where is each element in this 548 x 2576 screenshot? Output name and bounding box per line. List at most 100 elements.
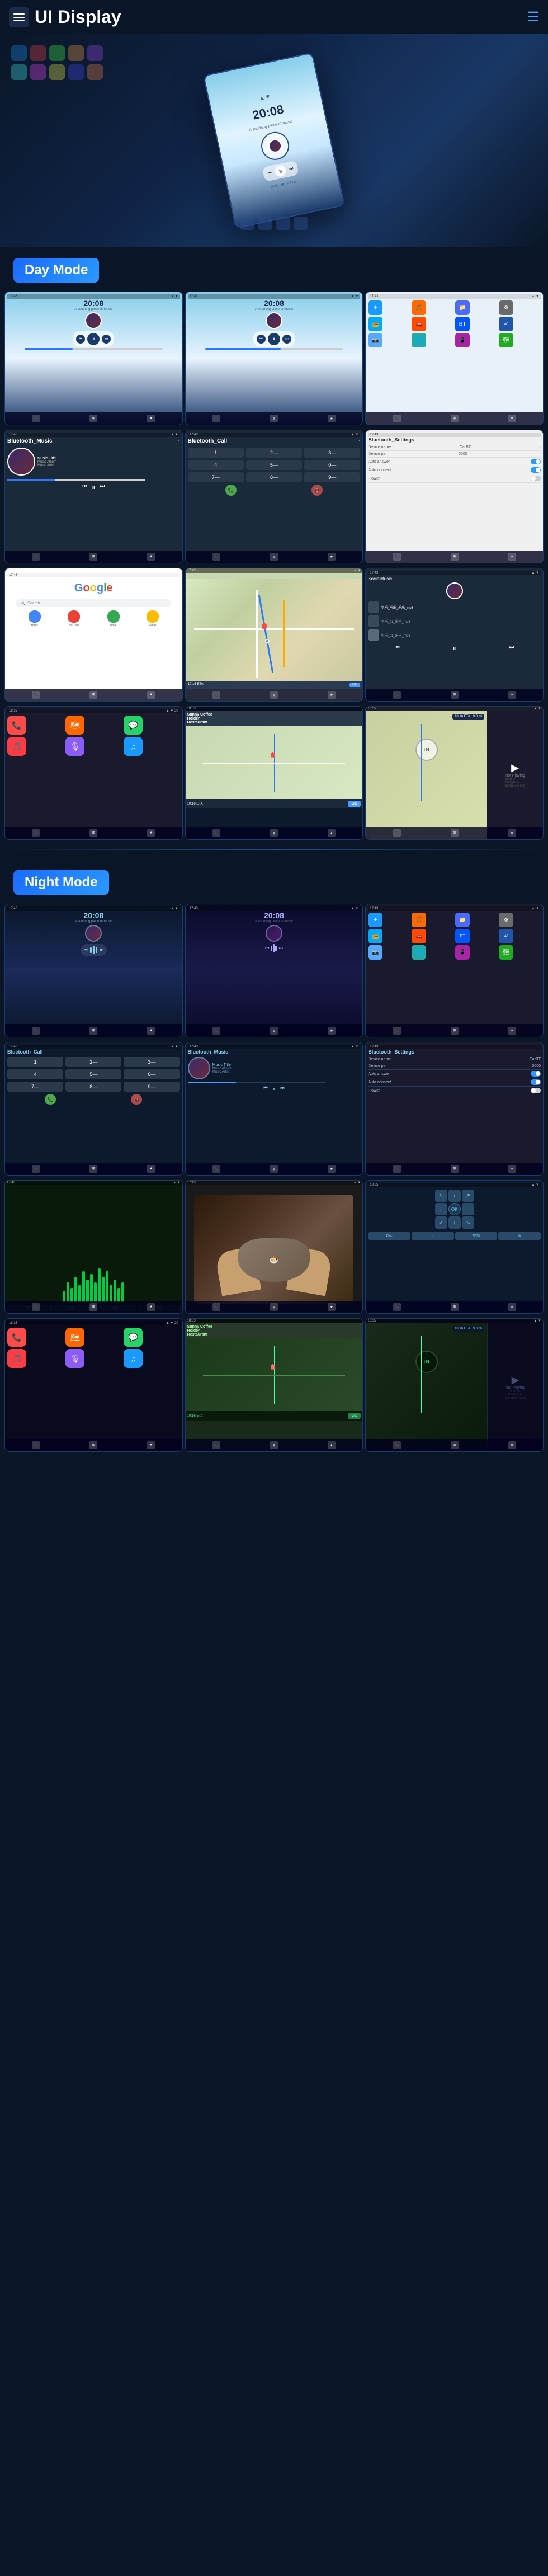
music-app[interactable]: 🎵 (7, 737, 26, 756)
night-music-app[interactable]: 🎵 (7, 1349, 26, 1368)
bottom-bar-1: 📞 ⊞ ★ (5, 412, 182, 425)
night-prev-1[interactable]: ⏮ (84, 947, 88, 953)
night-notplaying-screen: 18:35 ▲ ▼ 10:16 ETA 9.0 mi ↑N ▶ Not Play… (365, 1318, 544, 1452)
day-google-screen: 17:43 Google 🔍Search... Maps YouTube (4, 568, 183, 702)
key-1[interactable]: 1 (188, 448, 244, 458)
call-btn[interactable]: 📞 (225, 485, 237, 496)
prev-btn[interactable]: ⏮ (76, 335, 85, 344)
google-search-bar[interactable]: 🔍Search... (16, 599, 171, 607)
night-nav-go-btn[interactable]: GO (348, 1413, 361, 1419)
key-4[interactable]: 4 (188, 460, 244, 470)
nav-down[interactable]: ↓ (448, 1216, 461, 1229)
social-play[interactable]: ⏸ (453, 645, 456, 653)
night-auto-answer-toggle[interactable] (531, 1071, 541, 1077)
dial-bts-icon: 📞 (393, 553, 401, 561)
night-end-btn[interactable]: 📵 (131, 1094, 142, 1105)
night-phone-app[interactable]: 📞 (7, 1328, 26, 1347)
key-9[interactable]: 9— (304, 472, 360, 482)
night-call-btn[interactable]: 📞 (45, 1094, 56, 1105)
next-btn-2[interactable]: ⏭ (282, 335, 291, 344)
ctrl-dial[interactable]: DIAL (368, 1232, 410, 1240)
end-btn[interactable]: 📵 (311, 485, 323, 496)
night-flower-toggle[interactable] (531, 1088, 541, 1093)
auto-answer-toggle[interactable] (531, 459, 541, 464)
night-next-1[interactable]: ⏭ (100, 947, 103, 953)
night-prev-2[interactable]: ⏮ (265, 946, 269, 951)
nav-up[interactable]: ↑ (448, 1190, 461, 1202)
night-key-9[interactable]: 9— (124, 1082, 179, 1092)
apts-icon: ★ (147, 415, 155, 422)
night-key-7[interactable]: 7— (7, 1082, 63, 1092)
night-auto-connect-toggle[interactable] (531, 1079, 541, 1085)
nav-left[interactable]: ← (435, 1203, 447, 1215)
social-next[interactable]: ⏭ (509, 645, 514, 653)
bottom-bar-social: 📞 ⊞ ★ (366, 689, 543, 701)
key-3[interactable]: 3— (304, 448, 360, 458)
night-dial-navmap: 📞 (212, 1441, 220, 1449)
flower-toggle[interactable] (531, 476, 541, 481)
key-6[interactable]: 0— (304, 460, 360, 470)
nav-downleft[interactable]: ↙ (435, 1216, 447, 1229)
day-nav-screen: 18:33 Sunny CoffeeHoldenRestaurant 10:16… (185, 706, 363, 840)
night-time-1: 20:08 (83, 911, 103, 920)
dial-social-icon: 📞 (393, 691, 401, 699)
play-btn-2[interactable]: ⏸ (268, 333, 280, 345)
night-key-4[interactable]: 4 (7, 1069, 63, 1079)
night-dial-waveform: 📞 (32, 1303, 40, 1311)
podcast-app[interactable]: 🎙 (65, 737, 84, 756)
bt-next[interactable]: ⏭ (100, 483, 105, 492)
night-bt-prev[interactable]: ⏮ (263, 1085, 268, 1093)
night-spotify-app[interactable]: ♫ (124, 1349, 143, 1368)
night-bt-next[interactable]: ⏭ (280, 1085, 285, 1093)
night-apps-food: ⊞ (270, 1303, 278, 1311)
night-bt-play[interactable]: ⏸ (272, 1085, 276, 1093)
go-button[interactable]: GO (349, 683, 360, 687)
nav-upleft[interactable]: ↖ (435, 1190, 447, 1202)
play-btn[interactable]: ⏸ (87, 333, 100, 345)
key-8[interactable]: 8— (246, 472, 302, 482)
key-2[interactable]: 2— (246, 448, 302, 458)
night-key-3[interactable]: 3— (124, 1057, 179, 1067)
prev-btn-2[interactable]: ⏮ (257, 335, 266, 344)
next-btn[interactable]: ⏭ (102, 335, 111, 344)
night-key-2[interactable]: 2— (65, 1057, 121, 1067)
phone-app[interactable]: 📞 (7, 716, 26, 735)
nav-right[interactable]: → (462, 1203, 474, 1215)
nav-menu-icon[interactable]: ☰ (527, 9, 539, 25)
apps-np-icon: ⊞ (451, 829, 459, 837)
key-7[interactable]: 7— (188, 472, 244, 482)
bt-play[interactable]: ⏸ (92, 483, 95, 492)
ctrl-menu[interactable]: ⊞ (498, 1232, 541, 1240)
auto-connect-toggle[interactable] (531, 467, 541, 473)
page-title: UI Display (35, 7, 121, 27)
night-key-1[interactable]: 1 (7, 1057, 63, 1067)
ctrl-apts[interactable]: APTS (455, 1232, 498, 1240)
night-maps-app[interactable]: 🗺 (65, 1328, 84, 1347)
apps-bt-icon: ⊞ (89, 553, 97, 561)
night-apts-navbtns: ★ (508, 1303, 516, 1311)
night-podcast-app[interactable]: 🎙 (65, 1349, 84, 1368)
hamburger-icon[interactable] (9, 7, 29, 27)
maps-app[interactable]: 🗺 (65, 716, 84, 735)
night-next-2[interactable]: ⏭ (278, 946, 282, 951)
messages-app[interactable]: 💬 (124, 716, 143, 735)
social-prev[interactable]: ⏮ (395, 645, 400, 653)
night-key-5[interactable]: 5— (65, 1069, 121, 1079)
ctrl-phone[interactable]: 📞 (412, 1232, 454, 1240)
nav-ok[interactable]: OK (448, 1203, 461, 1215)
nav-go-btn[interactable]: GO (348, 801, 361, 807)
night-key-8[interactable]: 8— (65, 1082, 121, 1092)
nav-upright[interactable]: ↗ (462, 1190, 474, 1202)
night-mode-row1: 17:43 ▲ ▼ 20:08 A soothing piece of musi… (0, 904, 548, 1037)
night-messages-app[interactable]: 💬 (124, 1328, 143, 1347)
key-5[interactable]: 5— (246, 460, 302, 470)
spotify-app[interactable]: ♫ (124, 737, 143, 756)
night-key-6[interactable]: 0— (124, 1069, 179, 1079)
bt-prev[interactable]: ⏮ (82, 483, 87, 492)
night-music-artist: Music Artist (212, 1070, 232, 1074)
not-playing-label: Not Playing (505, 774, 525, 778)
day-mode-row3: 17:43 Google 🔍Search... Maps YouTube (0, 568, 548, 702)
night-bottom-bar-btmusic: 📞 ⊞ ★ (186, 1163, 363, 1175)
restaurant-name: Sunny CoffeeHoldenRestaurant (187, 713, 361, 725)
nav-downright[interactable]: ↘ (462, 1216, 474, 1229)
